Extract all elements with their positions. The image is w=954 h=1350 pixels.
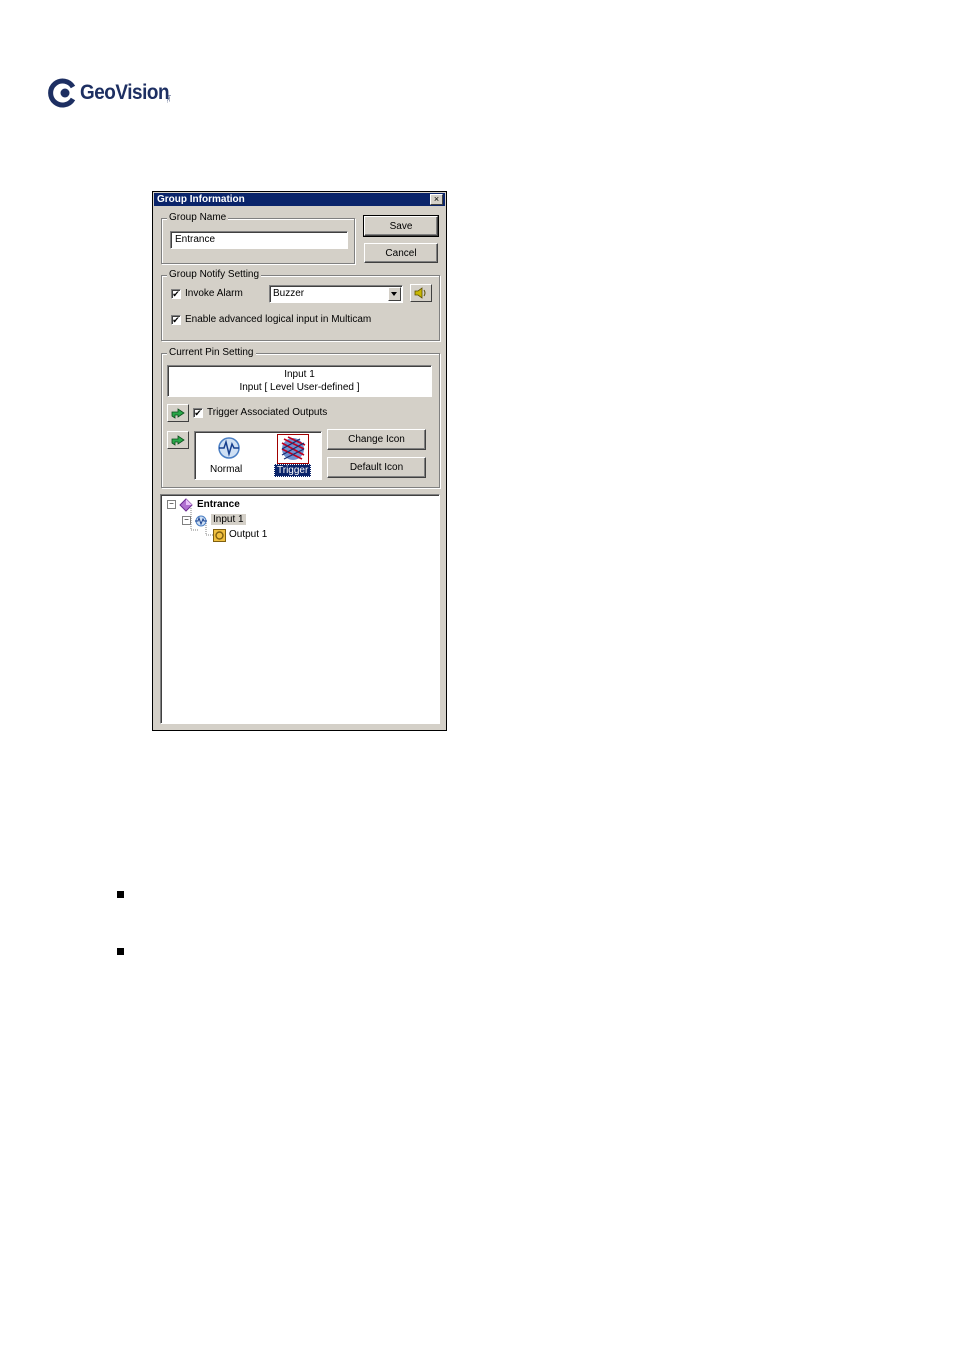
green-arrow-icon[interactable] [167,404,189,422]
tree-child-label[interactable]: Input 1 [211,514,246,525]
icon-normal-label[interactable]: Normal [210,464,242,475]
green-arrow-icon[interactable] [167,431,189,449]
trigger-outputs-checkbox[interactable]: ✔ [193,408,203,418]
notify-legend: Group Notify Setting [167,269,262,280]
purple-diamond-icon [179,498,193,512]
group-name-legend: Group Name [167,212,229,223]
group-information-window: Group Information × Group Name Entrance … [152,191,447,731]
trigger-outputs-label: Trigger Associated Outputs [207,407,328,418]
group-tree-view[interactable]: − Entrance − Input 1 Output 1 [160,494,440,724]
group-name-input[interactable]: Entrance [170,231,348,249]
title-bar: Group Information × [154,193,445,206]
default-icon-button[interactable]: Default Icon [327,457,426,478]
normal-input-icon[interactable] [215,435,243,461]
collapse-toggle-root[interactable]: − [167,500,176,509]
logo-text: GeoVision [80,81,170,104]
alarm-select-value: Buzzer [273,288,305,299]
current-pin-setting-box: Current Pin Setting Input 1 Input [ Leve… [161,347,440,488]
tree-grandchild-label[interactable]: Output 1 [229,529,267,540]
group-notify-setting-box: Group Notify Setting ✔ Invoke Alarm Buzz… [161,269,440,341]
chevron-down-icon[interactable] [388,287,401,301]
cancel-button[interactable]: Cancel [364,243,438,263]
save-button[interactable]: Save [363,215,439,237]
pin-info-line1: Input 1 [284,369,315,380]
window-title: Group Information [157,194,245,205]
icon-trigger-label[interactable]: Trigger [274,464,312,477]
invoke-alarm-checkbox[interactable]: ✔ [171,289,181,299]
bullet-marker [117,891,124,898]
pin-info-box: Input 1 Input [ Level User-defined ] [167,365,432,397]
advanced-input-checkbox[interactable]: ✔ [171,315,181,325]
close-icon[interactable]: × [430,194,443,205]
change-icon-button[interactable]: Change Icon [327,429,426,450]
collapse-toggle-input[interactable]: − [182,516,191,525]
icon-picker: Normal Trigger [194,431,322,480]
geovision-logo-icon [48,78,78,108]
geovision-logo: GeoVision Inc. [48,76,171,110]
advanced-input-label: Enable advanced logical input in Multica… [185,314,372,325]
output-icon [213,529,226,542]
pin-info-line2: Input [ Level User-defined ] [239,382,360,393]
trigger-input-icon[interactable] [277,434,309,464]
pin-legend: Current Pin Setting [167,347,256,358]
invoke-alarm-label: Invoke Alarm [185,288,243,299]
speaker-icon[interactable] [410,284,432,302]
tree-root-label[interactable]: Entrance [197,499,240,510]
group-name-box: Group Name Entrance [161,212,355,264]
bullet-marker [117,948,124,955]
input-icon [194,514,208,528]
alarm-select[interactable]: Buzzer [269,285,403,303]
